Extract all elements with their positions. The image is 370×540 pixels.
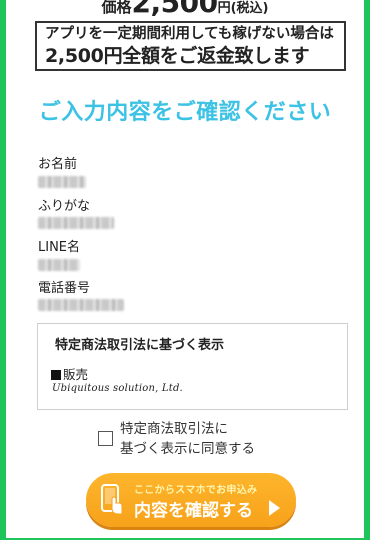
agree-checkbox[interactable] <box>98 431 113 446</box>
page-frame: 価格2,500円(税込) アプリを一定期間利用しても稼げない場合は 2,500円… <box>0 0 370 540</box>
line-name-value-redacted <box>38 259 80 271</box>
refund-notice-box: アプリを一定期間利用しても稼げない場合は 2,500円全額をご返金致します <box>35 21 346 71</box>
play-arrow-icon <box>269 500 280 516</box>
furigana-label: ふりがな <box>38 199 91 214</box>
refund-notice-line1: アプリを一定期間利用しても稼げない場合は <box>45 26 334 42</box>
confirm-button-label: 内容を確認する <box>134 501 253 521</box>
price-label: 価格 <box>101 0 132 16</box>
confirm-button[interactable]: ここからスマホでお申込み 内容を確認する <box>86 473 296 527</box>
legal-notice-box: 特定商法取引法に基づく表示 販売 Ubiquitous solution, Lt… <box>37 323 348 410</box>
price-value: 2,500 <box>131 0 219 19</box>
confirm-button-sublabel: ここからスマホでお申込み <box>134 485 258 496</box>
square-bullet-icon <box>51 370 61 380</box>
company-name: Ubiquitous solution, Ltd. <box>52 383 183 394</box>
confirm-title: ご入力内容をご確認ください <box>38 100 332 125</box>
name-label: お名前 <box>38 157 78 172</box>
seller-label: 販売 <box>51 364 88 383</box>
refund-notice-line2: 2,500円全額をご返金致します <box>45 45 310 67</box>
price-line: 価格2,500円(税込) <box>6 0 364 19</box>
seller-label-text: 販売 <box>63 367 89 382</box>
name-value-redacted <box>38 176 86 188</box>
agree-label-line2: 基づく表示に同意する <box>120 441 255 457</box>
phone-tap-icon <box>101 484 123 515</box>
line-name-label: LINE名 <box>38 240 81 255</box>
phone-label: 電話番号 <box>38 281 91 296</box>
phone-value-redacted <box>38 299 124 311</box>
legal-notice-title: 特定商法取引法に基づく表示 <box>55 338 225 353</box>
price-unit: 円(税込) <box>217 1 269 16</box>
agree-label[interactable]: 特定商法取引法に 基づく表示に同意する <box>120 419 290 459</box>
agree-label-line1: 特定商法取引法に <box>120 421 228 437</box>
furigana-value-redacted <box>38 217 114 229</box>
